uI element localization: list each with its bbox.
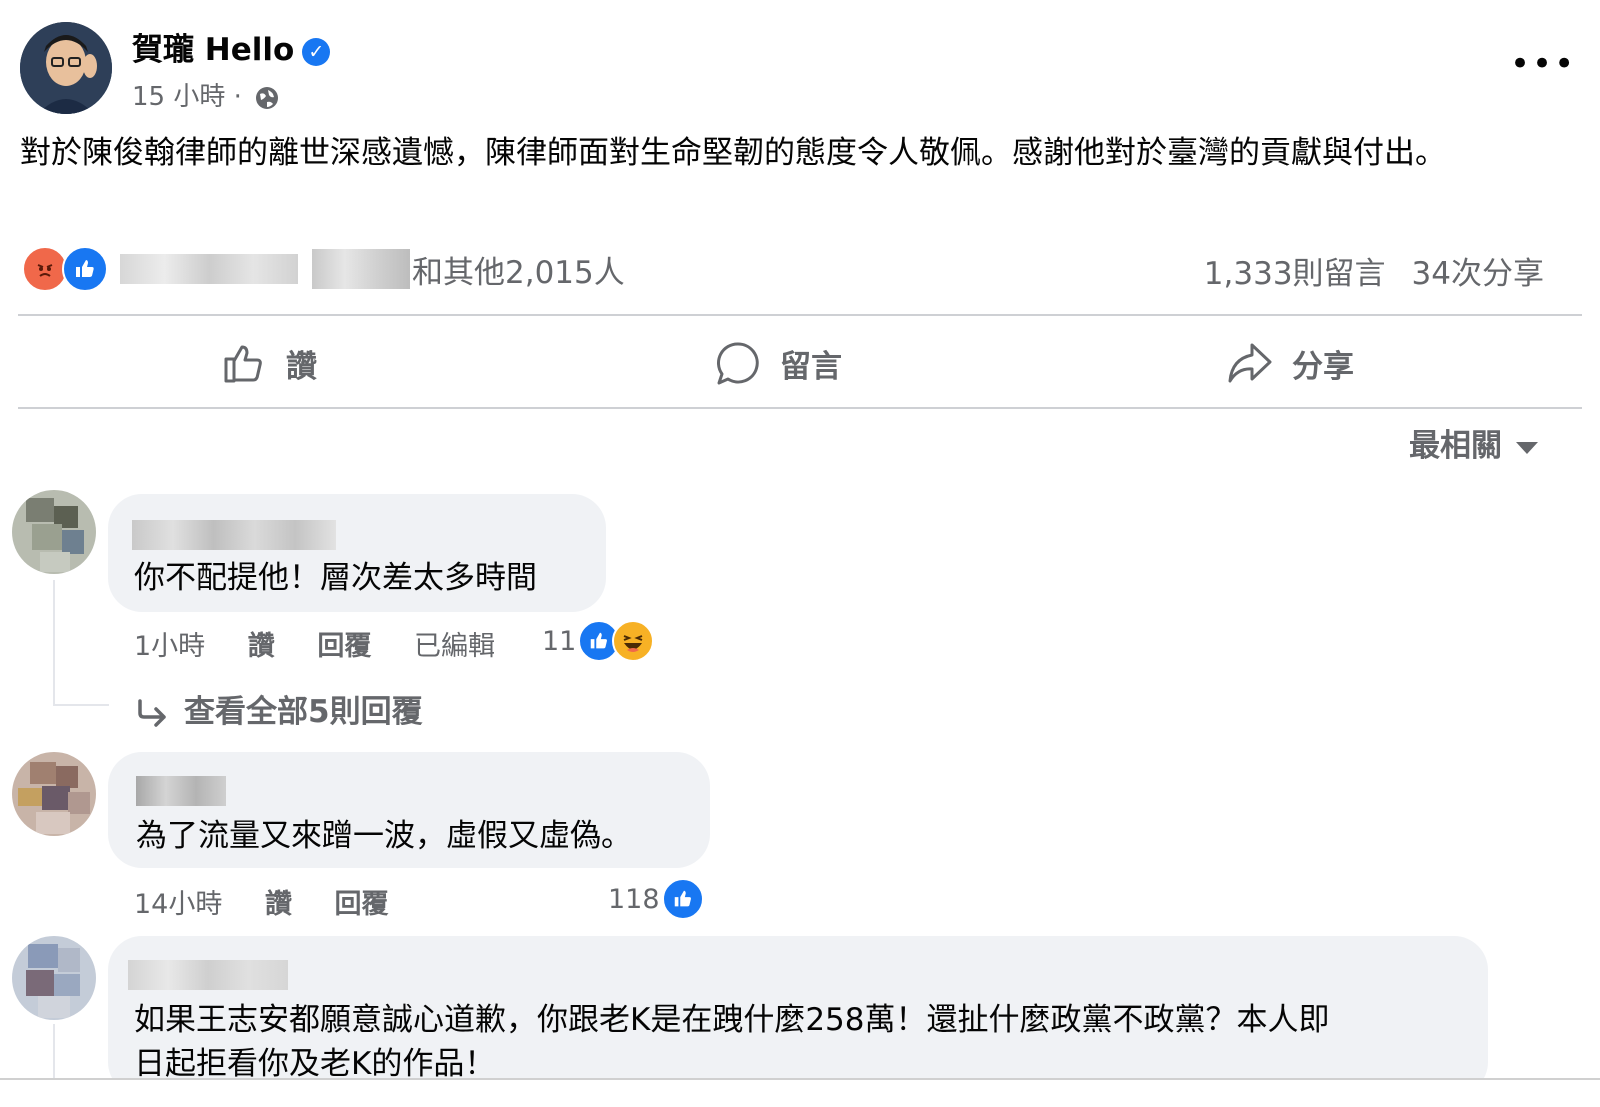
more-options-icon[interactable]: •••: [1510, 44, 1576, 84]
comment-bubble: 如果王志安都願意誠心道歉，你跟老K是在跩什麼258萬！還扯什麼政黨不政黨？本人即…: [108, 936, 1488, 1096]
engagement-counts: 1,333則留言 34次分享: [1204, 248, 1544, 293]
comment-bubble: 你不配提他！層次差太多時間: [108, 494, 606, 612]
comment-bubble-icon: [717, 342, 759, 385]
author-avatar[interactable]: [20, 22, 112, 114]
comment-reaction-count: 118: [608, 883, 660, 915]
view-replies-text: 查看全部5則回覆: [184, 694, 423, 730]
comment-bubble: 為了流量又來蹭一波，虛假又虛偽。: [108, 752, 710, 868]
haha-reaction-icon: [612, 620, 655, 662]
thread-line: [53, 580, 55, 706]
comment-footer: 14小時 讚 回覆: [134, 882, 423, 921]
comment-like-button[interactable]: 讚: [248, 631, 275, 662]
comment-time[interactable]: 1小時: [134, 631, 205, 662]
comment-like-button[interactable]: 讚: [265, 889, 292, 920]
reactor-name-blurred: [312, 249, 410, 289]
thread-line: [53, 1024, 55, 1078]
divider: [18, 407, 1582, 409]
author-name[interactable]: 賀瓏 Hello ✓: [132, 24, 331, 69]
comment-edited-label[interactable]: 已編輯: [414, 631, 495, 662]
commenter-name-blurred[interactable]: [136, 776, 226, 806]
reply-arrow-icon: [138, 698, 166, 727]
comment-label: 留言: [780, 348, 842, 385]
caret-down-icon: [1516, 441, 1538, 454]
comment-text-line1: 如果王志安都願意誠心道歉，你跟老K是在跩什麼258萬！還扯什麼政黨不政黨？本人即: [134, 1002, 1330, 1038]
commenter-avatar-blurred: [12, 936, 96, 1020]
share-label: 分享: [1292, 348, 1354, 385]
like-icon: [224, 345, 262, 383]
comment-time[interactable]: 14小時: [134, 889, 222, 920]
thread-line: [53, 704, 109, 706]
comment-text: 為了流量又來蹭一波，虛假又虛偽。: [136, 818, 632, 854]
post-meta: 15 小時 ·: [132, 76, 280, 113]
commenter-name-blurred[interactable]: [132, 520, 336, 550]
comment-text: 你不配提他！層次差太多時間: [134, 560, 537, 596]
commenter-name-blurred[interactable]: [128, 960, 288, 990]
comment-footer: 1小時 讚 回覆 已編輯: [134, 624, 529, 663]
comment-reply-button[interactable]: 回覆: [335, 889, 389, 920]
post-time[interactable]: 15 小時 ·: [132, 82, 242, 112]
comment-reactions[interactable]: 118: [608, 878, 704, 920]
bottom-edge-line: [0, 1078, 1600, 1080]
commenter-avatar-blurred: [12, 752, 96, 836]
globe-icon: [256, 86, 279, 109]
comment-sort-dropdown[interactable]: 最相關: [1409, 420, 1538, 465]
reactor-name-blurred: [120, 254, 298, 284]
shares-count[interactable]: 34次分享: [1412, 256, 1544, 292]
like-reaction-icon: [62, 246, 108, 292]
sort-label: 最相關: [1409, 428, 1502, 464]
share-button[interactable]: 分享: [1226, 332, 1354, 394]
comments-count[interactable]: 1,333則留言: [1204, 256, 1386, 292]
like-button[interactable]: 讚: [220, 332, 317, 394]
like-reaction-icon: [661, 878, 704, 920]
author-avatar-image: [20, 22, 112, 114]
commenter-avatar[interactable]: [12, 936, 96, 1020]
post-text: 對於陳俊翰律師的離世深感遺憾，陳律師面對生命堅韌的態度令人敬佩。感謝他對於臺灣的…: [20, 135, 1446, 171]
commenter-avatar-blurred: [12, 490, 96, 574]
comment-text-line2: 日起拒看你及老K的作品！: [134, 1046, 496, 1082]
reactions-others[interactable]: 和其他2,015人: [412, 247, 625, 292]
comment-reaction-count: 11: [542, 625, 577, 657]
author-name-text[interactable]: 賀瓏 Hello: [132, 32, 294, 68]
verified-badge-icon: ✓: [302, 37, 331, 66]
comment-reply-button[interactable]: 回覆: [317, 631, 371, 662]
like-label: 讚: [286, 348, 317, 385]
commenter-avatar[interactable]: [12, 490, 96, 574]
comment-reactions[interactable]: 11: [542, 620, 655, 662]
share-arrow-icon: [1228, 343, 1272, 383]
reactions-summary[interactable]: 和其他2,015人: [22, 246, 625, 292]
divider: [18, 314, 1582, 316]
bottom-cover: [0, 1080, 1600, 1107]
comment-button[interactable]: 留言: [714, 332, 842, 394]
view-replies-link[interactable]: 查看全部5則回覆: [136, 686, 423, 731]
commenter-avatar[interactable]: [12, 752, 96, 836]
